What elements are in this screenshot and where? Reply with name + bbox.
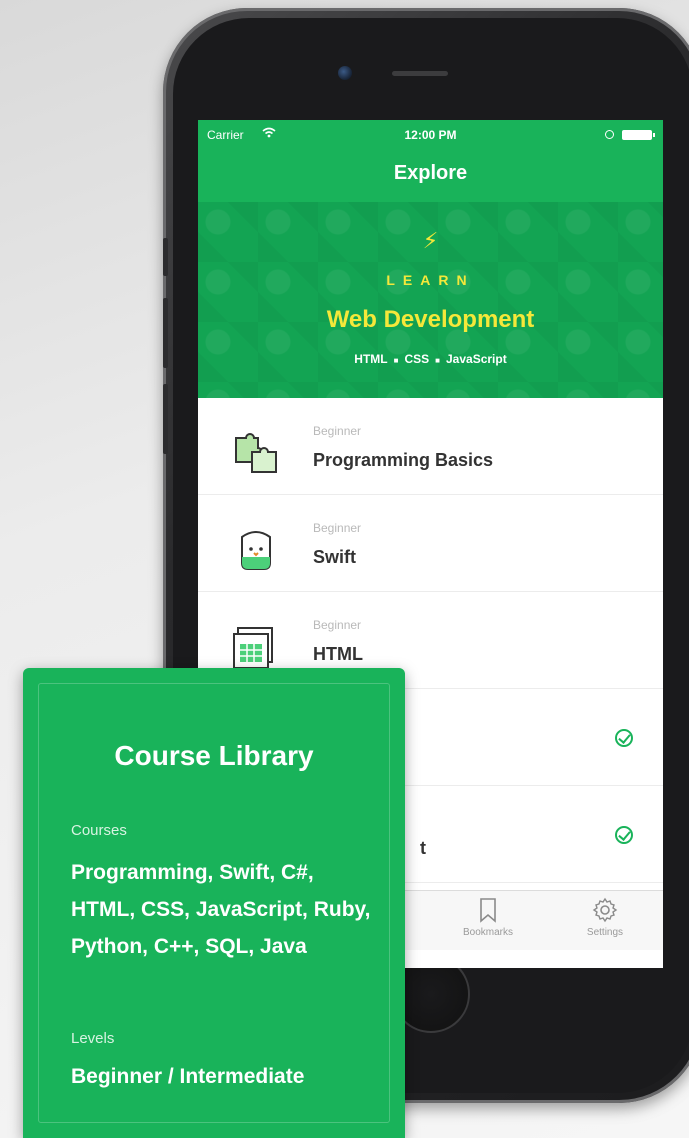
levels-text: Beginner / Intermediate bbox=[71, 1065, 305, 1088]
clock: 12:00 PM bbox=[404, 128, 457, 142]
course-library-card: Course Library Courses Programming, Swif… bbox=[23, 668, 405, 1138]
mute-switch bbox=[163, 238, 168, 276]
lightning-icon: ⚡ bbox=[422, 228, 439, 253]
puzzle-icon bbox=[232, 428, 277, 473]
course-level: Beginner bbox=[313, 618, 362, 632]
earpiece-speaker bbox=[392, 71, 448, 76]
volume-down-button bbox=[163, 384, 168, 454]
html-browser-icon bbox=[232, 622, 276, 669]
bookmark-icon bbox=[443, 897, 533, 923]
course-level: Beginner bbox=[313, 521, 362, 535]
banner-tech-list: HTML ■ CSS ■ JavaScript bbox=[198, 352, 663, 366]
orientation-lock-icon bbox=[605, 130, 614, 139]
courses-heading: Courses bbox=[71, 822, 127, 839]
tab-label: Bookmarks bbox=[462, 927, 513, 938]
featured-banner[interactable]: ⚡ LEARN Web Development HTML ■ CSS ■ JavaScr… bbox=[198, 202, 663, 398]
course-title: t bbox=[420, 838, 426, 858]
banner-headline: Web Development bbox=[326, 306, 535, 333]
course-row-programming-basics[interactable]: Beginner Programming Basics bbox=[198, 398, 663, 495]
card-title: Course Library bbox=[114, 740, 314, 771]
tech-item: JavaScript bbox=[446, 352, 507, 366]
course-title: Programming Basics bbox=[313, 450, 494, 470]
gear-icon bbox=[560, 897, 650, 923]
tech-item: CSS bbox=[404, 352, 430, 366]
levels-heading: Levels bbox=[71, 1030, 115, 1047]
swift-bird-icon bbox=[232, 525, 276, 570]
status-bar: Carrier 12:00 PM bbox=[198, 120, 663, 150]
bullet-separator: ■ bbox=[393, 356, 399, 365]
course-level: Beginner bbox=[313, 424, 362, 438]
page-title: Explore bbox=[393, 162, 468, 184]
course-title: HTML bbox=[313, 644, 363, 664]
course-row-swift[interactable]: Beginner Swift bbox=[198, 495, 663, 592]
bullet-separator: ■ bbox=[435, 356, 440, 365]
banner-eyebrow: LEARN bbox=[386, 272, 475, 288]
completed-check-icon bbox=[615, 826, 633, 844]
front-camera bbox=[338, 66, 352, 80]
courses-text: Programming, Swift, C#, HTML, CSS, JavaS… bbox=[71, 861, 371, 958]
completed-check-icon bbox=[615, 729, 633, 747]
navigation-bar: Explore bbox=[198, 150, 663, 202]
volume-up-button bbox=[163, 298, 168, 368]
course-title: Swift bbox=[313, 547, 356, 567]
tab-settings[interactable]: Settings bbox=[560, 897, 650, 938]
battery-icon bbox=[622, 130, 655, 140]
tab-label: Settings bbox=[586, 927, 624, 938]
tab-bookmarks[interactable]: Bookmarks bbox=[443, 897, 533, 938]
tech-item: HTML bbox=[354, 352, 388, 366]
